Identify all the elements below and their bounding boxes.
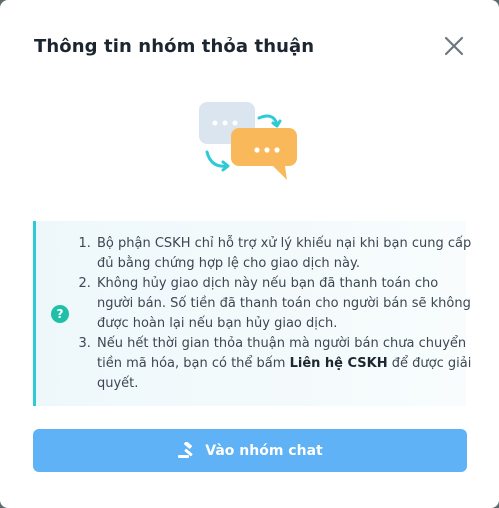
list-item: Nếu hết thời gian thỏa thuận mà người bá…: [95, 334, 475, 394]
info-notice: ? Bộ phận CSKH chỉ hỗ trợ xử lý khiếu nạ…: [33, 221, 471, 406]
question-icon: ?: [51, 305, 69, 323]
button-label: Vào nhóm chat: [205, 442, 323, 459]
notice-list: Bộ phận CSKH chỉ hỗ trợ xử lý khiếu nại …: [77, 234, 475, 394]
dialog-title: Thông tin nhóm thỏa thuận: [34, 36, 315, 57]
join-chat-group-button[interactable]: Vào nhóm chat: [33, 429, 467, 472]
list-item: Bộ phận CSKH chỉ hỗ trợ xử lý khiếu nại …: [95, 234, 475, 274]
chat-bubbles-illustration: [195, 100, 307, 190]
list-item-text: Không hủy giao dịch này nếu bạn đã thanh…: [97, 276, 471, 331]
list-item-text: Bộ phận CSKH chỉ hỗ trợ xử lý khiếu nại …: [97, 236, 472, 271]
contact-support-highlight: Liên hệ CSKH: [289, 356, 388, 371]
gavel-icon: [177, 441, 197, 460]
agreement-group-dialog: Thông tin nhóm thỏa thuận ? Bộ phận: [0, 0, 499, 508]
close-icon[interactable]: [442, 34, 466, 58]
list-item: Không hủy giao dịch này nếu bạn đã thanh…: [95, 274, 475, 334]
